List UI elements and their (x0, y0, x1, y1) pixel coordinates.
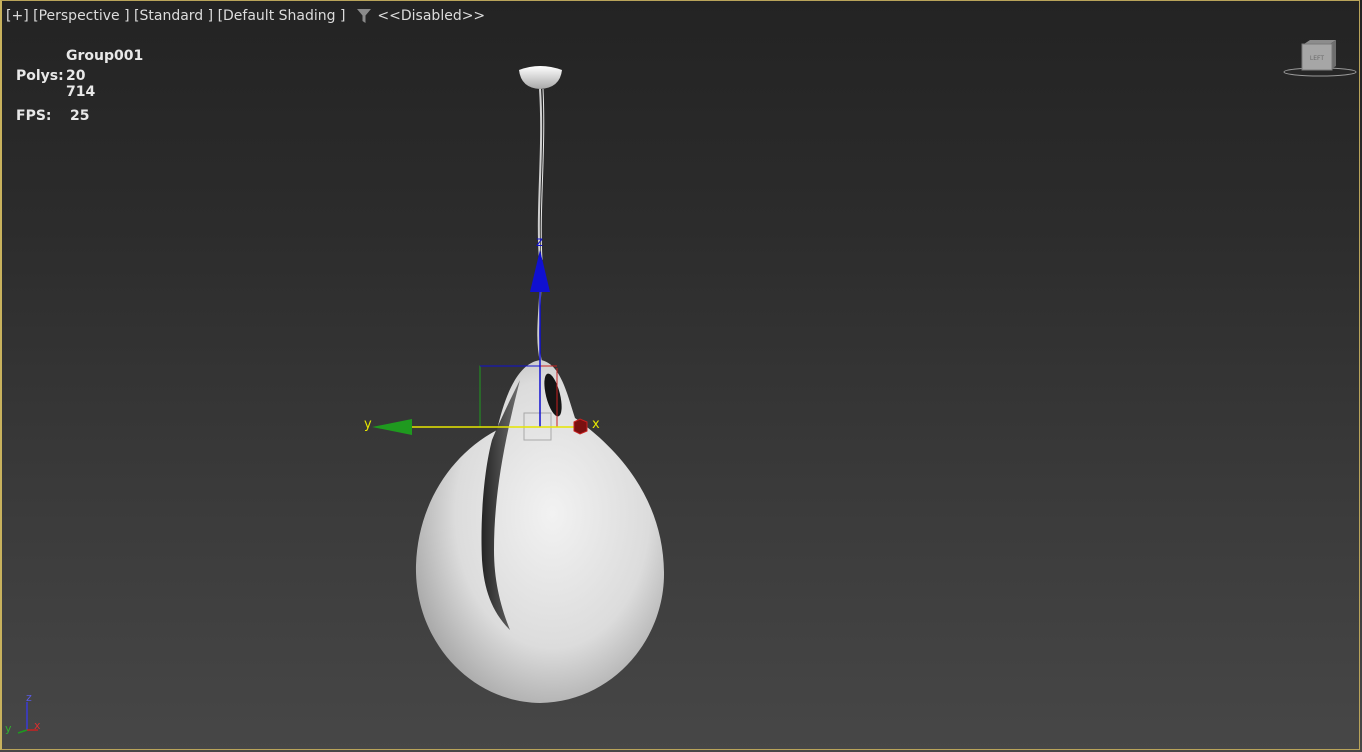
gizmo-x-label: x (592, 417, 600, 432)
scene-viewport[interactable]: z y x (0, 0, 1362, 752)
world-axis-tripod: z y x (5, 692, 41, 735)
gizmo-z-label: z (536, 235, 543, 250)
gizmo-x-arrow[interactable] (573, 418, 588, 435)
gizmo-y-arrow[interactable] (372, 419, 412, 435)
tripod-x-label: x (34, 719, 41, 732)
tripod-z-label: z (26, 692, 32, 704)
ceiling-canopy[interactable] (519, 66, 562, 89)
gizmo-z-arrow[interactable] (530, 250, 550, 292)
tripod-y-label: y (5, 722, 12, 735)
gizmo-y-label: y (364, 417, 372, 432)
